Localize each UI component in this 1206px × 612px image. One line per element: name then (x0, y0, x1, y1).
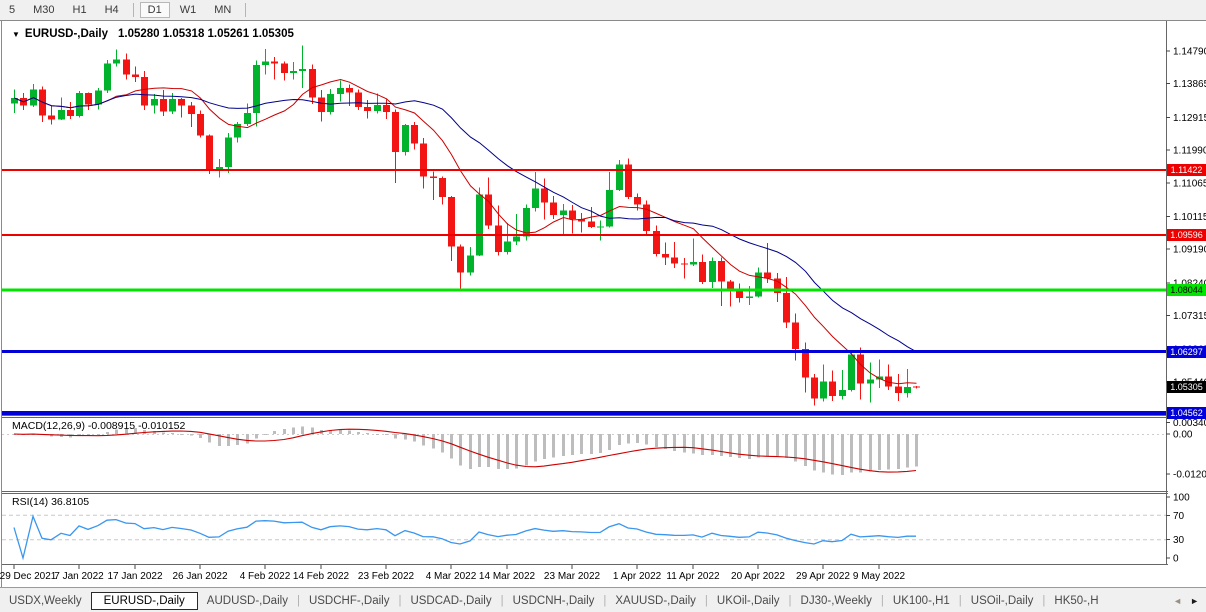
svg-text:9 May 2022: 9 May 2022 (853, 571, 906, 582)
rsi-line (14, 516, 916, 558)
symbol-dropdown-icon[interactable]: ▼ (12, 30, 20, 39)
chart-tab-usdcad[interactable]: USDCAD-,Daily (401, 593, 500, 609)
svg-text:0: 0 (1173, 554, 1179, 565)
chart-tab-usoil[interactable]: USOil-,Daily (962, 593, 1043, 609)
toolbar-separator (133, 3, 134, 17)
price-level-badge: 1.04562 (1167, 407, 1206, 419)
svg-text:29 Dec 2021: 29 Dec 2021 (0, 571, 57, 582)
svg-text:1.09190: 1.09190 (1173, 245, 1206, 256)
timeframe-button-5[interactable]: 5 (1, 2, 23, 18)
toolbar-separator (245, 3, 246, 17)
chart-title: ▼ EURUSD-,Daily 1.05280 1.05318 1.05261 … (12, 28, 294, 40)
svg-text:23 Feb 2022: 23 Feb 2022 (358, 571, 415, 582)
chart-tab-uk100[interactable]: UK100-,H1 (884, 593, 959, 609)
time-axis[interactable]: 29 Dec 20217 Jan 202217 Jan 2022 26 Jan 2… (0, 565, 906, 582)
tab-scroll-controls: ◄► (1169, 596, 1206, 606)
svg-text:70: 70 (1173, 511, 1185, 522)
chart-tab-ukoil[interactable]: UKOil-,Daily (708, 593, 789, 609)
macd-signal-line (14, 429, 916, 472)
ma-slow (15, 94, 917, 352)
chart-tab-eurusd[interactable]: EURUSD-,Daily (91, 592, 198, 610)
svg-text:1.12915: 1.12915 (1173, 113, 1206, 124)
ma-fast (15, 80, 917, 384)
svg-text:29 Apr 2022: 29 Apr 2022 (796, 571, 850, 582)
chart-tab-usdcnh[interactable]: USDCNH-,Daily (504, 593, 604, 609)
svg-text:100: 100 (1173, 493, 1190, 504)
svg-text:26 Jan 2022: 26 Jan 2022 (172, 571, 227, 582)
chart-tab-usdchf[interactable]: USDCHF-,Daily (300, 593, 399, 609)
timeframe-button-m30[interactable]: M30 (25, 2, 62, 18)
svg-text:4 Mar 2022: 4 Mar 2022 (426, 571, 477, 582)
svg-text:1.14790: 1.14790 (1173, 47, 1206, 58)
svg-text:14 Feb 2022: 14 Feb 2022 (293, 571, 350, 582)
timeframe-button-h1[interactable]: H1 (65, 2, 95, 18)
svg-text:14 Mar 2022: 14 Mar 2022 (479, 571, 536, 582)
timeframe-button-d1[interactable]: D1 (140, 2, 170, 18)
timeframe-button-w1[interactable]: W1 (172, 2, 205, 18)
horizontal-level-line[interactable] (2, 411, 1166, 415)
svg-text:17 Jan 2022: 17 Jan 2022 (107, 571, 162, 582)
price-level-badge: 1.09596 (1167, 229, 1206, 241)
svg-text:7 Jan 2022: 7 Jan 2022 (54, 571, 104, 582)
price-level-badge: 1.06297 (1167, 346, 1206, 358)
price-axis[interactable]: 1.14790 1.13865 1.12915 1.11990 1.11065 1.101… (1166, 47, 1206, 565)
chart-tab-dj30[interactable]: DJ30-,Weekly (792, 593, 881, 609)
svg-text:0.003408: 0.003408 (1173, 418, 1206, 429)
svg-text:30: 30 (1173, 535, 1185, 546)
horizontal-level-line[interactable] (2, 169, 1166, 171)
chart-tab-bar: USDX,WeeklyEURUSD-,DailyAUDUSD-,Daily|US… (0, 587, 1206, 612)
svg-text:1.07315: 1.07315 (1173, 311, 1206, 322)
svg-text:1 Apr 2022: 1 Apr 2022 (613, 571, 662, 582)
timeframe-button-mn[interactable]: MN (206, 2, 239, 18)
current-price-badge: 1.05305 (1167, 381, 1206, 393)
svg-text:20 Apr 2022: 20 Apr 2022 (731, 571, 785, 582)
timeframe-toolbar: 5M30H1H4 D1W1MN (0, 0, 1206, 21)
svg-text:11 Apr 2022: 11 Apr 2022 (666, 571, 720, 582)
svg-text:23 Mar 2022: 23 Mar 2022 (544, 571, 601, 582)
svg-text:4 Feb 2022: 4 Feb 2022 (240, 571, 291, 582)
horizontal-level-line[interactable] (2, 234, 1166, 236)
rsi-indicator-label: RSI(14) 36.8105 (12, 496, 89, 508)
chart-ohlc-values: 1.05280 1.05318 1.05261 1.05305 (118, 28, 294, 40)
mt4-window: 5M30H1H4 D1W1MN 1.14790 1.13865 1.12915 1.11… (0, 0, 1206, 612)
price-level-badge: 1.08044 (1167, 284, 1206, 296)
macd-histogram (13, 426, 918, 475)
chart-tab-xauusd[interactable]: XAUUSD-,Daily (606, 593, 705, 609)
svg-text:1.11065: 1.11065 (1173, 178, 1206, 189)
chart-tab-audusd[interactable]: AUDUSD-,Daily (198, 593, 297, 609)
svg-text:1.11990: 1.11990 (1173, 146, 1206, 157)
price-level-badge: 1.11422 (1167, 164, 1206, 176)
chart-tab-usdx[interactable]: USDX,Weekly (0, 593, 91, 609)
tab-scroll-left-icon[interactable]: ◄ (1169, 596, 1186, 606)
chart-symbol-period: EURUSD-,Daily (25, 28, 108, 40)
macd-indicator-label: MACD(12,26,9) -0.008915 -0.010152 (12, 420, 185, 432)
chart-tab-hk50[interactable]: HK50-,H (1045, 593, 1107, 609)
chart-canvas[interactable]: 1.14790 1.13865 1.12915 1.11990 1.11065 1.101… (0, 0, 1206, 612)
horizontal-level-line[interactable] (2, 350, 1166, 353)
svg-text:-0.01205: -0.01205 (1173, 470, 1206, 481)
svg-text:0.00: 0.00 (1173, 430, 1193, 441)
svg-text:1.13865: 1.13865 (1173, 79, 1206, 90)
tab-scroll-right-icon[interactable]: ► (1186, 596, 1203, 606)
svg-text:1.10115: 1.10115 (1173, 212, 1206, 223)
timeframe-button-h4[interactable]: H4 (97, 2, 127, 18)
horizontal-level-line[interactable] (2, 288, 1166, 291)
